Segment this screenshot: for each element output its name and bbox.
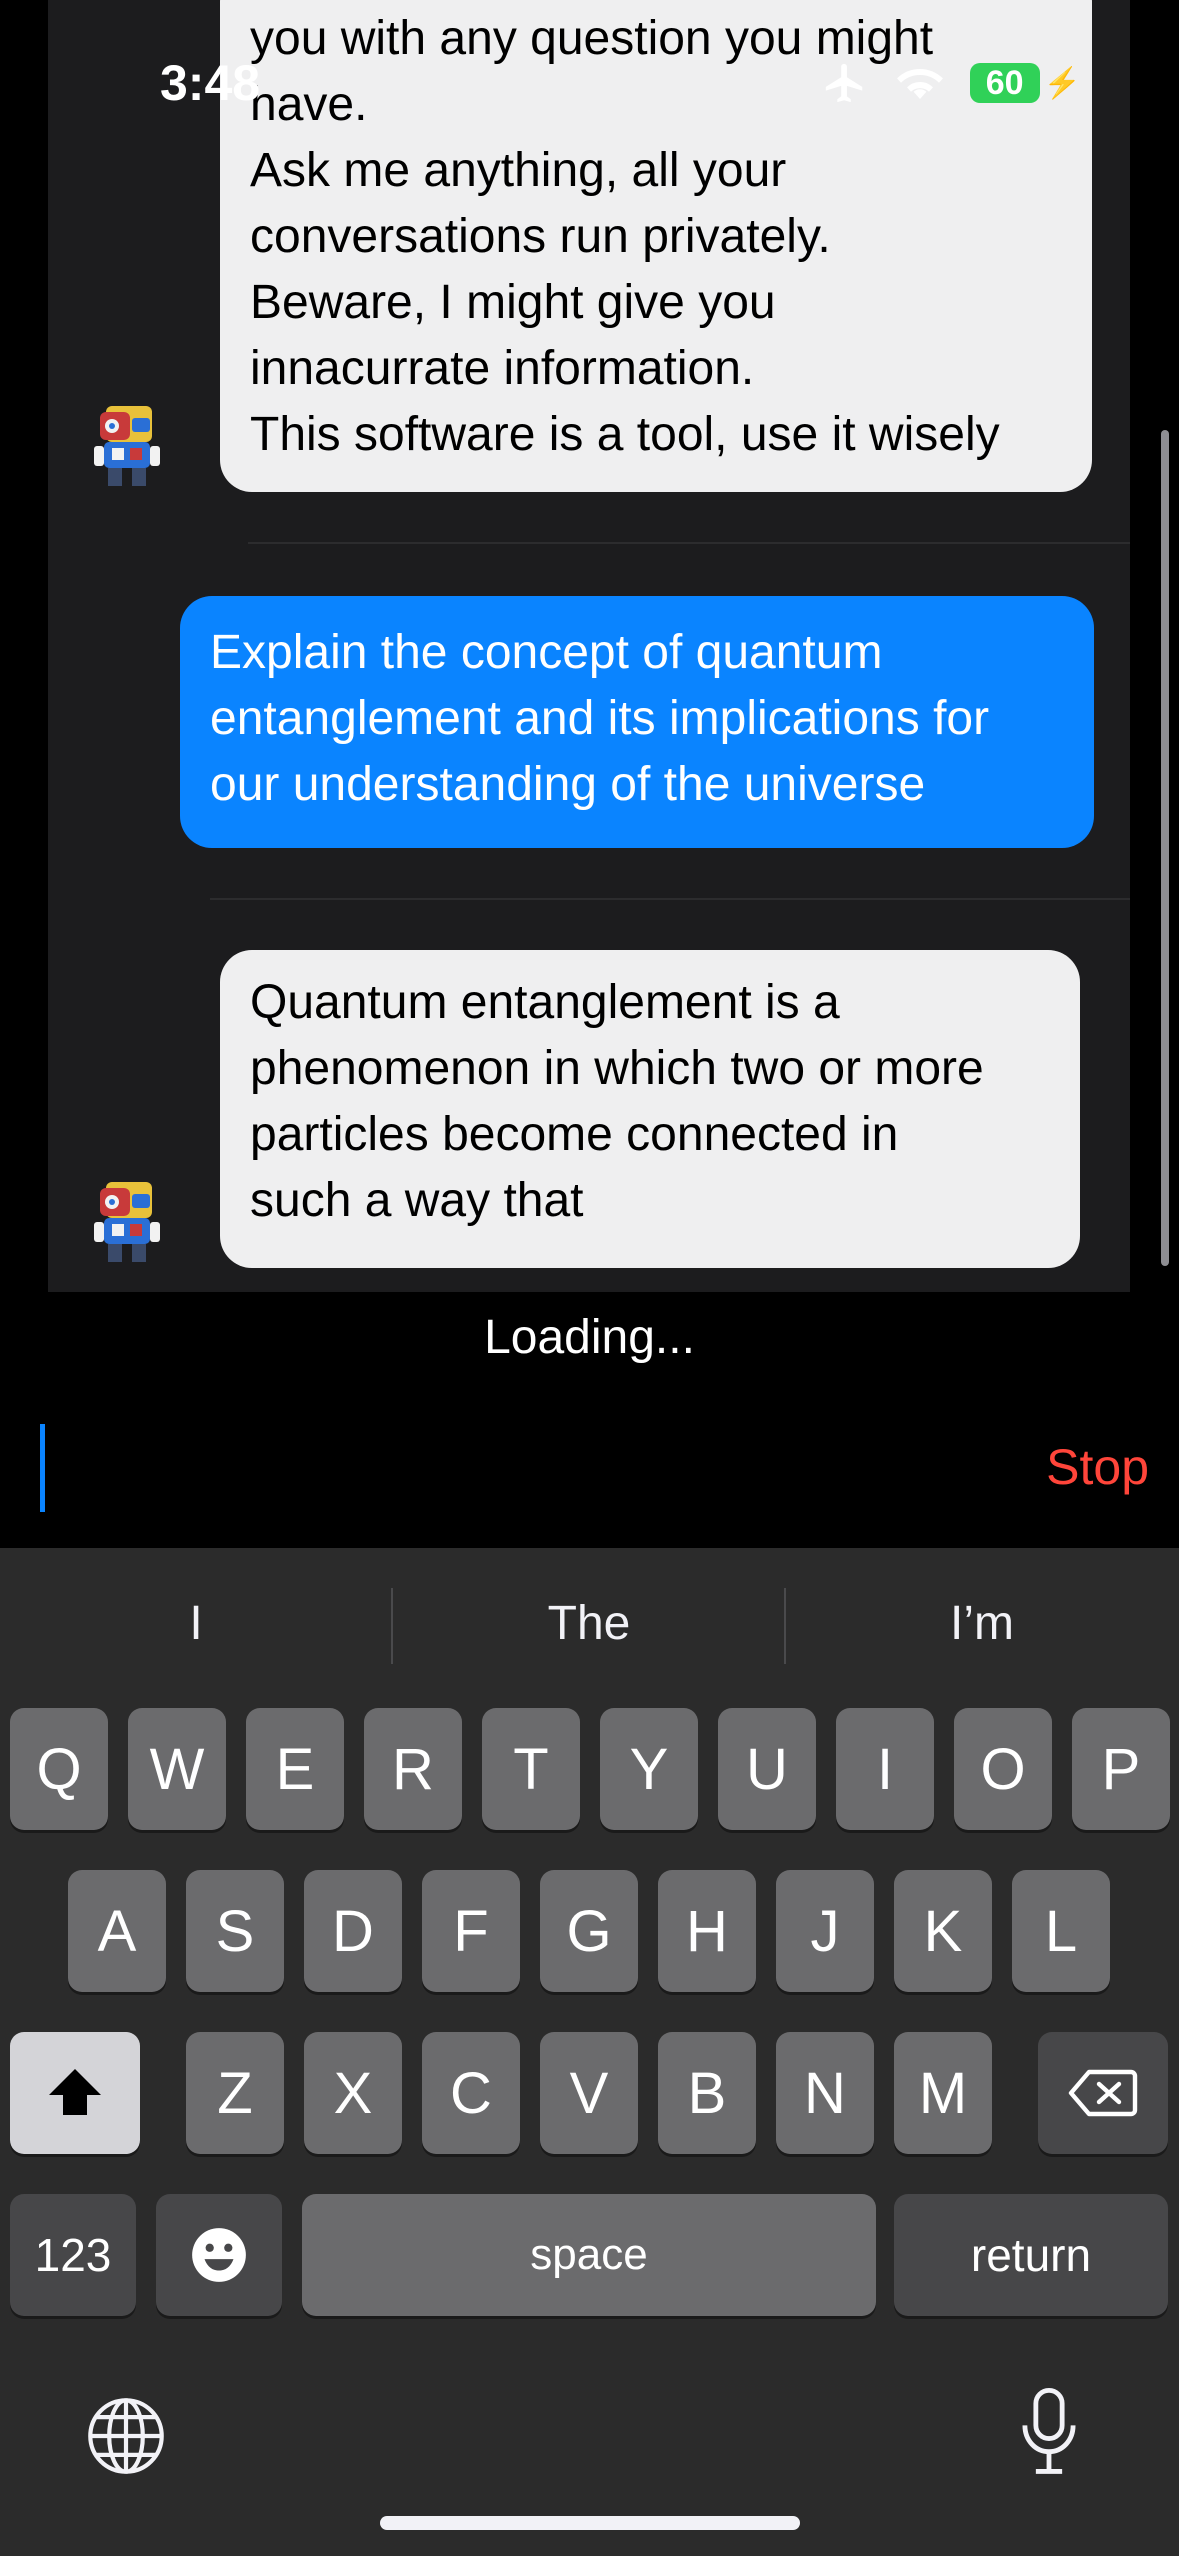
suggestion-bar: I The I’m [0,1548,1179,1698]
shift-arrow-icon [49,2069,101,2115]
message-line: This software is a tool, use it wisely [250,408,1000,461]
key-m[interactable]: M [894,2032,992,2154]
key-r[interactable]: R [364,1708,462,1830]
message-line: innacurrate information. [250,342,755,395]
message-line: Ask me anything, all your [250,144,787,197]
message-line: conversations run privately. [250,210,831,263]
stop-button[interactable]: Stop [1046,1438,1149,1496]
key-c[interactable]: C [422,2032,520,2154]
bot-message-bubble: Quantum entanglement is a phenomenon in … [220,950,1080,1268]
charging-bolt-icon: ⚡ [1043,66,1081,100]
home-indicator[interactable] [380,2516,800,2530]
key-v[interactable]: V [540,2032,638,2154]
key-j[interactable]: J [776,1870,874,1992]
message-separator [248,542,1130,544]
robot-avatar-icon [94,406,160,486]
status-time: 3:48 [160,55,261,111]
text-cursor [40,1424,45,1512]
key-u[interactable]: U [718,1708,816,1830]
key-f[interactable]: F [422,1870,520,1992]
message-line: Quantum entanglement is a [250,976,840,1029]
key-z[interactable]: Z [186,2032,284,2154]
key-k[interactable]: K [894,1870,992,1992]
key-o[interactable]: O [954,1708,1052,1830]
key-a[interactable]: A [68,1870,166,1992]
key-p[interactable]: P [1072,1708,1170,1830]
message-line: our understanding of the universe [210,758,926,811]
key-y[interactable]: Y [600,1708,698,1830]
key-x[interactable]: X [304,2032,402,2154]
key-i[interactable]: I [836,1708,934,1830]
keyboard: I The I’m Q W E R T Y U I O P A S D F G … [0,1548,1179,2556]
user-message-bubble: Explain the concept of quantum entanglem… [180,596,1094,848]
suggestion-1[interactable]: I [0,1548,392,1698]
emoji-key[interactable] [156,2194,282,2316]
key-g[interactable]: G [540,1870,638,1992]
robot-avatar-icon [94,1182,160,1262]
key-b[interactable]: B [658,2032,756,2154]
shift-key[interactable] [10,2032,140,2154]
airplane-mode-icon [825,63,862,103]
status-icons: 60 ⚡ [820,60,1081,106]
key-n[interactable]: N [776,2032,874,2154]
suggestion-3[interactable]: I’m [786,1548,1178,1698]
backspace-key[interactable] [1038,2032,1168,2154]
emoji-icon [192,2228,246,2282]
space-key[interactable]: space [302,2194,876,2316]
globe-icon[interactable] [84,2394,168,2478]
chat-scroll-area[interactable]: you with any question you might have. As… [48,0,1130,1292]
chat-scrollbar[interactable] [1161,430,1169,1266]
key-l[interactable]: L [1012,1870,1110,1992]
key-t[interactable]: T [482,1708,580,1830]
suggestion-2[interactable]: The [393,1548,785,1698]
numbers-key[interactable]: 123 [10,2194,136,2316]
key-d[interactable]: D [304,1870,402,1992]
message-line: phenomenon in which two or more [250,1042,984,1095]
backspace-icon [1068,2069,1138,2117]
key-w[interactable]: W [128,1708,226,1830]
key-q[interactable]: Q [10,1708,108,1830]
battery-icon: 60 [969,63,1040,103]
wifi-icon [896,68,943,99]
message-line: such a way that [250,1174,584,1227]
message-line: Explain the concept of quantum [210,626,883,679]
microphone-icon[interactable] [1016,2386,1082,2478]
message-line: Beware, I might give you [250,276,776,329]
key-e[interactable]: E [246,1708,344,1830]
key-s[interactable]: S [186,1870,284,1992]
loading-indicator: Loading... [484,1311,695,1364]
message-separator [210,898,1130,900]
message-input[interactable] [0,1400,1179,1540]
message-line: entanglement and its implications for [210,692,990,745]
key-h[interactable]: H [658,1870,756,1992]
return-key[interactable]: return [894,2194,1168,2316]
message-line: particles become connected in [250,1108,899,1161]
